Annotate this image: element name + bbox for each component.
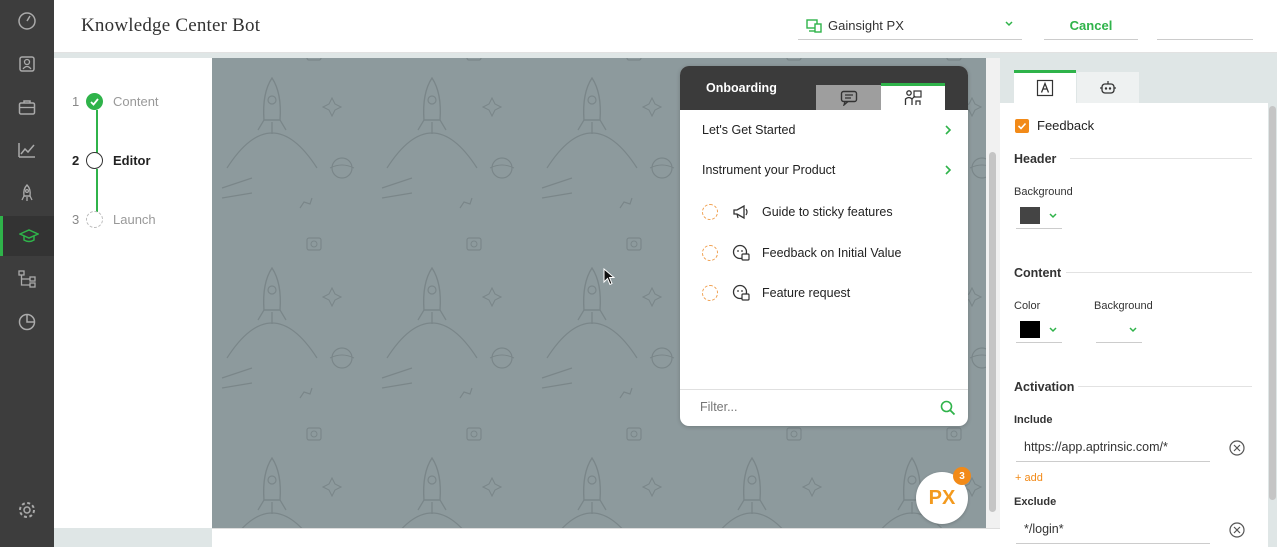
guide-item[interactable]: Feature request [702, 284, 952, 302]
chevron-down-icon [1049, 326, 1057, 332]
section-divider [1066, 272, 1252, 273]
filter-input[interactable] [700, 400, 920, 414]
guide-label: Feedback on Initial Value [762, 246, 902, 260]
step-label: Content [113, 94, 159, 109]
guide-item[interactable]: Feedback on Initial Value [702, 244, 952, 262]
check-icon [86, 93, 103, 110]
category-label: Let's Get Started [702, 123, 796, 137]
section-divider [1070, 158, 1252, 159]
content-background-picker[interactable] [1096, 317, 1142, 343]
text-style-icon [1036, 79, 1054, 97]
include-label: Include [1014, 414, 1053, 426]
accounts-icon[interactable] [0, 44, 54, 84]
checkbox-checked-icon[interactable] [1015, 118, 1029, 133]
canvas-footer [212, 528, 1000, 547]
feedback-label: Feedback [1037, 118, 1095, 133]
add-include-link[interactable]: + add [1015, 472, 1043, 484]
color-swatch [1020, 207, 1040, 224]
guide-label: Feature request [762, 286, 851, 300]
content-background-label: Background [1094, 300, 1153, 312]
step-label: Launch [113, 212, 156, 227]
exclude-label: Exclude [1014, 496, 1057, 508]
step-content[interactable]: 1 Content [72, 93, 159, 110]
briefcase-icon[interactable] [0, 87, 54, 127]
chat-icon [840, 90, 857, 106]
megaphone-icon [732, 203, 750, 221]
analytics-icon[interactable] [0, 130, 54, 170]
dashboard-icon[interactable] [0, 1, 54, 41]
color-swatch [1020, 321, 1040, 338]
flow-icon[interactable] [0, 259, 54, 299]
step-connector [96, 110, 98, 154]
product-select[interactable]: Gainsight PX [798, 12, 1022, 40]
section-title-activation: Activation [1014, 380, 1075, 394]
content-color-picker[interactable] [1016, 317, 1062, 343]
step-launch[interactable]: 3 Launch [72, 211, 156, 228]
chevron-down-icon [1005, 21, 1013, 27]
feedback-icon [732, 284, 750, 302]
section-title-header: Header [1014, 152, 1057, 166]
progress-icon [702, 204, 718, 220]
tab-guides[interactable] [881, 83, 945, 110]
notification-badge: 3 [953, 467, 971, 485]
step-connector [96, 169, 98, 212]
guide-label: Guide to sticky features [762, 205, 893, 219]
clear-icon[interactable] [1229, 440, 1245, 456]
save-button[interactable] [1157, 12, 1253, 40]
step-number: 2 [72, 153, 80, 168]
feedback-icon [732, 244, 750, 262]
canvas-scrollbar[interactable] [989, 152, 996, 512]
tab-text-properties[interactable] [1014, 70, 1076, 103]
category-item[interactable]: Let's Get Started [702, 123, 952, 137]
wizard-stepper: 1 Content 2 Editor 3 Launch [54, 58, 212, 528]
current-step-icon [86, 152, 103, 169]
mouse-cursor-icon [603, 268, 615, 286]
presenter-icon [904, 90, 922, 105]
step-number: 1 [72, 94, 80, 109]
bot-header: Onboarding [680, 66, 968, 110]
product-icon [806, 18, 822, 33]
section-divider [1078, 386, 1252, 387]
chevron-down-icon [1049, 212, 1057, 218]
properties-scrollbar[interactable] [1269, 106, 1276, 500]
search-icon[interactable] [940, 400, 956, 416]
exclude-url-input[interactable]: */login* [1016, 518, 1210, 544]
pending-step-icon [86, 211, 103, 228]
graduation-cap-icon[interactable] [0, 216, 54, 256]
left-navigation [0, 0, 54, 547]
page-title: Knowledge Center Bot [81, 15, 261, 36]
step-label: Editor [113, 153, 151, 168]
category-item[interactable]: Instrument your Product [702, 163, 952, 177]
bot-filter-bar [680, 389, 968, 426]
clear-icon[interactable] [1229, 522, 1245, 538]
product-select-value: Gainsight PX [828, 18, 904, 33]
step-number: 3 [72, 212, 80, 227]
chevron-right-icon [945, 125, 952, 135]
guide-item[interactable]: Guide to sticky features [702, 203, 952, 221]
chevron-down-icon [1129, 326, 1137, 332]
step-editor[interactable]: 2 Editor [72, 152, 151, 169]
chevron-right-icon [945, 165, 952, 175]
tab-chat[interactable] [816, 85, 881, 110]
content-color-label: Color [1014, 300, 1041, 312]
header-background-label: Background [1014, 186, 1073, 198]
progress-icon [702, 285, 718, 301]
feedback-toggle[interactable]: Feedback [1015, 118, 1094, 133]
robot-icon [1100, 80, 1116, 94]
top-header: Knowledge Center Bot Gainsight PX Cancel [54, 0, 1277, 53]
category-label: Instrument your Product [702, 163, 836, 177]
header-background-picker[interactable] [1016, 203, 1062, 229]
bot-title: Onboarding [706, 81, 777, 95]
rocket-icon[interactable] [0, 173, 54, 213]
settings-icon[interactable] [0, 490, 54, 530]
section-title-content: Content [1014, 266, 1062, 280]
knowledge-center-bot: Onboarding Let's Get Started Instrument … [680, 66, 968, 426]
cancel-button[interactable]: Cancel [1044, 12, 1138, 40]
include-url-input[interactable]: https://app.aptrinsic.com/* [1016, 436, 1210, 462]
color-swatch [1100, 321, 1120, 338]
tab-bot-properties[interactable] [1077, 72, 1139, 103]
progress-icon [702, 245, 718, 261]
pie-chart-icon[interactable] [0, 302, 54, 342]
